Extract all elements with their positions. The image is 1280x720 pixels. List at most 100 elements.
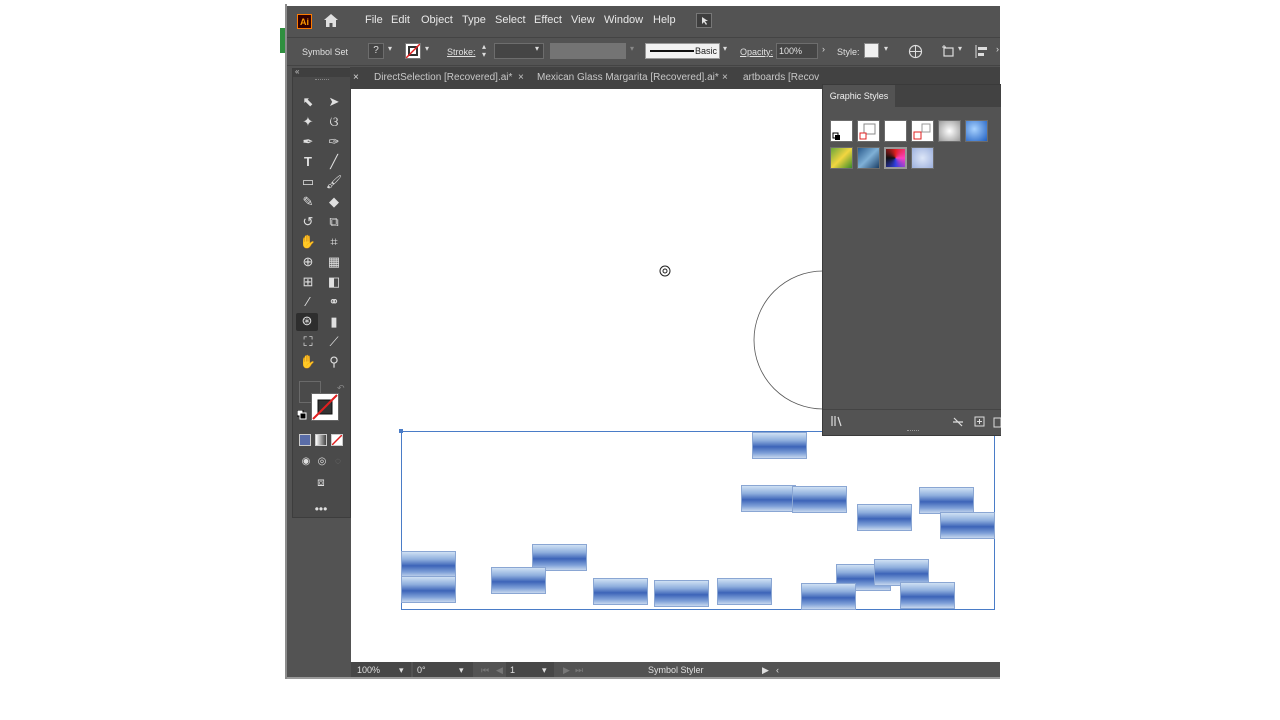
chevron-down-icon[interactable]: ▾ <box>425 44 429 53</box>
break-link-icon[interactable] <box>951 416 965 428</box>
style-default[interactable] <box>830 120 853 142</box>
zoom-tool-icon[interactable]: ⚲ <box>325 354 343 370</box>
stroke-color-box[interactable] <box>311 393 339 421</box>
free-transform-tool-icon[interactable]: ⌗ <box>325 234 343 250</box>
style-blue-gradient[interactable] <box>965 120 988 142</box>
menu-type[interactable]: Type <box>462 14 486 26</box>
opacity-label[interactable]: Opacity: <box>740 47 773 57</box>
artboard-tool-icon[interactable]: ⛶ <box>299 334 317 350</box>
eyedropper-tool-icon[interactable]: ⁄ <box>299 294 317 310</box>
menu-select[interactable]: Select <box>495 14 526 26</box>
fill-swatch[interactable]: ? <box>368 43 384 59</box>
symbol-instance[interactable] <box>857 504 912 531</box>
lasso-tool-icon[interactable]: ଓ <box>325 114 343 130</box>
selection-handle[interactable] <box>399 429 403 433</box>
scroll-left-icon[interactable]: ‹ <box>776 665 779 675</box>
chevron-right-icon[interactable]: › <box>822 44 825 54</box>
symbol-instance[interactable] <box>801 583 856 610</box>
eraser-tool-icon[interactable]: ◆ <box>325 194 343 210</box>
collapse-icon[interactable]: « <box>293 68 352 77</box>
shape-builder-tool-icon[interactable]: ⊕ <box>299 254 317 270</box>
symbol-instance[interactable] <box>919 487 974 514</box>
symbol-instance[interactable] <box>401 551 456 578</box>
symbol-instance[interactable] <box>654 580 709 607</box>
rectangle-tool-icon[interactable]: ▭ <box>299 174 317 190</box>
library-menu-icon[interactable] <box>831 415 845 427</box>
artboard-field[interactable]: 1 ▾ <box>506 662 554 678</box>
symbol-instance[interactable] <box>717 578 772 605</box>
color-mode-icon[interactable] <box>299 434 311 446</box>
symbol-instance[interactable] <box>593 578 648 605</box>
chevron-down-icon[interactable]: ▾ <box>884 44 888 53</box>
style-green-texture[interactable] <box>830 147 853 169</box>
style-paper[interactable] <box>911 120 934 142</box>
chevron-down-icon[interactable]: ▾ <box>958 44 962 53</box>
draw-inside-icon[interactable]: ◌ <box>329 454 347 470</box>
chevron-down-icon[interactable]: ▾ <box>723 44 727 53</box>
scale-tool-icon[interactable]: ⧉ <box>325 214 343 230</box>
delete-icon[interactable] <box>993 416 1001 428</box>
menu-file[interactable]: File <box>365 14 383 26</box>
menu-help[interactable]: Help <box>653 14 676 26</box>
symbol-instance[interactable] <box>792 486 847 513</box>
transform-icon[interactable] <box>941 44 957 59</box>
tab-artboards[interactable]: artboards [Recov <box>743 72 819 83</box>
resize-grip[interactable] <box>907 430 919 433</box>
screen-mode-icon[interactable]: ⧈ <box>312 474 330 490</box>
symbol-instance[interactable] <box>900 582 955 609</box>
next-artboard-icon[interactable]: ▶ <box>563 665 570 676</box>
slice-tool-icon[interactable]: ⟋ <box>325 334 343 350</box>
chevron-down-icon[interactable]: ▾ <box>542 665 547 676</box>
pen-tool-icon[interactable]: ✒ <box>299 134 317 150</box>
stroke-stepper-icon[interactable]: ▴ ▾ <box>482 43 486 59</box>
last-artboard-icon[interactable]: ⏭ <box>575 665 583 676</box>
chevron-down-icon[interactable]: ▾ <box>630 44 634 53</box>
zoom-field[interactable]: 100% ▾ <box>351 662 411 678</box>
magic-wand-tool-icon[interactable]: ✦ <box>299 114 317 130</box>
paintbrush-tool-icon[interactable]: 🖌 <box>325 174 343 190</box>
chevron-down-icon[interactable]: ▾ <box>535 44 539 53</box>
tab-graphic-styles[interactable]: Graphic Styles <box>823 85 895 107</box>
tab-directselection[interactable]: DirectSelection [Recovered].ai* <box>374 72 512 83</box>
previous-artboard-icon[interactable]: ◀ <box>496 665 503 676</box>
style-white[interactable] <box>884 120 907 142</box>
close-icon[interactable]: × <box>722 72 728 83</box>
menu-object[interactable]: Object <box>421 14 453 26</box>
style-swatch[interactable] <box>864 43 879 58</box>
menu-effect[interactable]: Effect <box>534 14 562 26</box>
status-menu-icon[interactable]: ▶ <box>762 665 769 676</box>
more-icon[interactable]: › <box>996 44 999 54</box>
curvature-tool-icon[interactable]: ✑ <box>325 134 343 150</box>
gradient-tool-icon[interactable]: ◧ <box>325 274 343 290</box>
column-graph-tool-icon[interactable]: ▮ <box>325 314 343 330</box>
align-left-icon[interactable] <box>975 44 989 59</box>
chevron-down-icon[interactable]: ▾ <box>399 665 404 676</box>
chevron-down-icon[interactable]: ▾ <box>388 44 392 53</box>
opacity-input[interactable]: 100% <box>776 43 818 59</box>
symbol-instance[interactable] <box>752 432 807 459</box>
circle-shape[interactable] <box>743 270 833 412</box>
none-mode-icon[interactable] <box>331 434 343 446</box>
blend-tool-icon[interactable]: ⚭ <box>325 294 343 310</box>
symbol-sprayer-tool-icon[interactable]: ⊛ <box>296 313 318 331</box>
brush-definition[interactable]: Basic <box>645 43 720 59</box>
recolor-artwork-icon[interactable] <box>908 44 923 59</box>
warp-tool-icon[interactable]: ✋ <box>299 234 317 250</box>
tab-mexican-glass-margarita[interactable]: Mexican Glass Margarita [Recovered].ai* <box>537 72 719 83</box>
gradient-mode-icon[interactable] <box>315 434 327 446</box>
type-tool-icon[interactable]: T <box>299 154 317 170</box>
style-none[interactable] <box>857 120 880 142</box>
chevron-down-icon[interactable]: ▾ <box>459 665 464 676</box>
rotation-field[interactable]: 0° ▾ <box>413 662 473 678</box>
edit-toolbar-icon[interactable]: ••• <box>312 501 330 517</box>
style-blue-texture[interactable] <box>857 147 880 169</box>
symbol-instance[interactable] <box>491 567 546 594</box>
hand-tool-icon[interactable]: ✋ <box>299 354 317 370</box>
style-symbol-selected[interactable] <box>884 147 907 169</box>
close-icon[interactable]: × <box>353 72 359 83</box>
variable-width-profile[interactable] <box>550 43 626 59</box>
shaper-tool-icon[interactable]: ✎ <box>299 194 317 210</box>
menu-window[interactable]: Window <box>604 14 643 26</box>
home-icon[interactable] <box>323 13 339 28</box>
arrange-documents-icon[interactable] <box>696 13 712 28</box>
